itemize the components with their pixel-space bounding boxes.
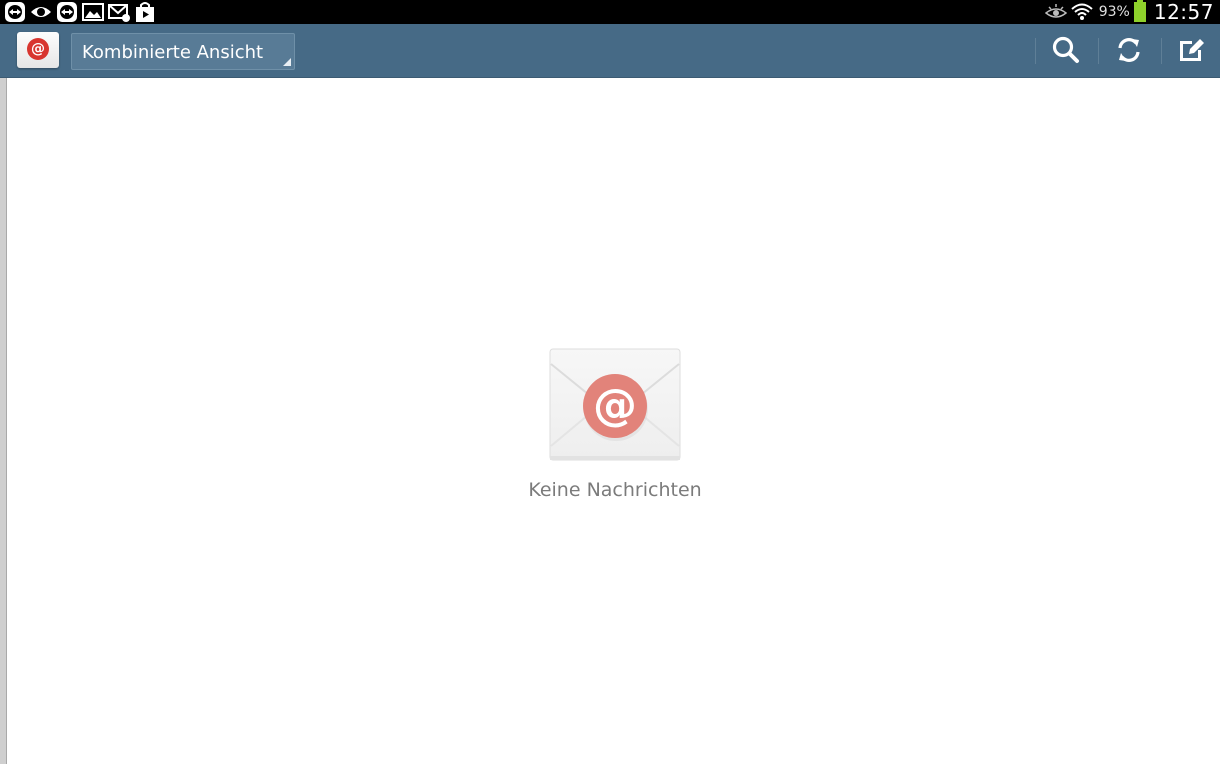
email-app-icon[interactable]: @: [17, 32, 59, 68]
refresh-button[interactable]: [1107, 30, 1151, 70]
notification-icons: [4, 1, 156, 23]
status-indicators: 93% 12:57: [1044, 0, 1214, 24]
action-divider: [1035, 38, 1036, 64]
action-divider: [1098, 38, 1099, 64]
empty-state-message: Keine Nachrichten: [528, 479, 702, 501]
smart-stay-eye-icon: [1044, 4, 1067, 18]
eye-icon: [31, 7, 51, 17]
action-divider: [1161, 38, 1162, 64]
compose-button[interactable]: [1170, 30, 1214, 70]
svg-text:@: @: [593, 380, 637, 431]
compose-icon: [1180, 39, 1204, 61]
search-button[interactable]: [1044, 30, 1088, 70]
wifi-icon: [1071, 3, 1093, 20]
clock: 12:57: [1153, 0, 1214, 24]
action-bar: @ Kombinierte Ansicht: [0, 24, 1220, 78]
battery-percent: 93%: [1098, 4, 1130, 20]
battery-icon: [1133, 0, 1146, 22]
teamviewer-icon: [57, 2, 77, 22]
view-selector-dropdown[interactable]: Kombinierte Ansicht: [71, 33, 295, 70]
gallery-icon: [82, 3, 104, 21]
refresh-icon: [1118, 38, 1140, 62]
envelope-at-icon: @: [549, 348, 681, 461]
search-icon: [1052, 36, 1079, 63]
view-selector-label: Kombinierte Ansicht: [82, 42, 264, 63]
shopping-bag-icon: [136, 2, 154, 22]
at-sign-icon: @: [27, 38, 49, 60]
email-icon: [108, 4, 130, 22]
teamviewer-icon: [5, 2, 25, 22]
dropdown-arrow-icon: [283, 58, 291, 66]
left-edge-panel: [0, 78, 7, 764]
status-bar: 93% 12:57: [0, 0, 1220, 24]
